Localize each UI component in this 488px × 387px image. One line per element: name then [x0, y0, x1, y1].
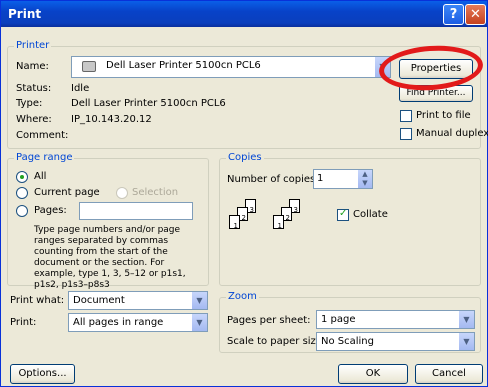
print-dialog: Print ? ✕ Printer Name: Dell Laser Print… — [0, 0, 488, 387]
name-label: Name: — [16, 61, 49, 72]
printer-icon — [82, 61, 96, 72]
number-of-copies-label: Number of copies: — [227, 174, 319, 185]
page-range-help-text: Type page numbers and/or page ranges sep… — [34, 225, 186, 290]
scale-select[interactable]: No Scaling ▼ — [316, 332, 475, 351]
current-page-label: Current page — [34, 187, 100, 198]
zoom-legend: Zoom — [226, 291, 259, 302]
help-button[interactable]: ? — [443, 4, 464, 25]
print-what-select[interactable]: Document ▼ — [68, 291, 208, 310]
collate-checkbox[interactable]: ✓ — [337, 208, 349, 221]
pages-per-sheet-value: 1 page — [321, 314, 356, 325]
comment-label: Comment: — [16, 130, 69, 141]
type-label: Type: — [16, 98, 43, 109]
print-what-value: Document — [73, 295, 125, 306]
printer-legend: Printer — [14, 40, 52, 51]
status-value: Idle — [71, 83, 90, 94]
print-to-file-label: Print to file — [416, 110, 471, 121]
print-label: Print: — [10, 317, 37, 328]
copies-legend: Copies — [226, 152, 264, 163]
window-title: Print — [8, 7, 42, 21]
selection-label: Selection — [132, 187, 179, 198]
chevron-down-icon[interactable]: ▼ — [191, 314, 207, 331]
where-value: IP_10.143.20.12 — [71, 114, 152, 125]
print-value: All pages in range — [73, 317, 164, 328]
collate-illustration-icon: 3 2 1 3 2 1 — [229, 199, 319, 239]
current-page-radio[interactable] — [16, 187, 28, 199]
print-select[interactable]: All pages in range ▼ — [68, 313, 208, 332]
checkmark-icon: ✓ — [339, 208, 348, 219]
copies-value: 1 — [317, 173, 324, 184]
title-bar[interactable]: Print ? ✕ — [1, 1, 487, 27]
cancel-button[interactable]: Cancel — [415, 364, 483, 384]
ok-button[interactable]: OK — [338, 364, 408, 384]
selection-radio — [116, 187, 128, 199]
print-to-file-checkbox[interactable] — [400, 110, 412, 122]
close-button[interactable]: ✕ — [465, 4, 486, 25]
scale-to-paper-size-label: Scale to paper size: — [227, 336, 326, 347]
pages-per-sheet-select[interactable]: 1 page ▼ — [316, 310, 475, 329]
manual-duplex-label: Manual duplex — [416, 128, 488, 139]
all-radio[interactable] — [16, 171, 28, 183]
scale-value: No Scaling — [321, 336, 374, 347]
pages-per-sheet-label: Pages per sheet: — [227, 315, 311, 326]
options-button[interactable]: Options... — [10, 364, 75, 384]
chevron-down-icon[interactable]: ▼ — [458, 333, 474, 350]
status-label: Status: — [16, 83, 52, 94]
chevron-down-icon[interactable]: ▼ — [191, 292, 207, 309]
spinner-arrows-icon[interactable]: ▲ ▼ — [358, 170, 372, 188]
printer-name-select[interactable]: Dell Laser Printer 5100cn PCL6 ▼ — [71, 56, 391, 78]
printer-name-value: Dell Laser Printer 5100cn PCL6 — [106, 60, 261, 71]
where-label: Where: — [16, 114, 52, 125]
all-label: All — [34, 171, 47, 182]
print-what-label: Print what: — [10, 295, 65, 306]
page-range-legend: Page range — [14, 152, 75, 163]
type-value: Dell Laser Printer 5100cn PCL6 — [71, 98, 226, 109]
chevron-down-icon[interactable]: ▼ — [458, 311, 474, 328]
manual-duplex-checkbox[interactable] — [400, 128, 412, 140]
pages-input[interactable] — [79, 202, 193, 220]
pages-label: Pages: — [34, 205, 67, 216]
collate-label: Collate — [353, 209, 388, 220]
copies-spinner[interactable]: 1 ▲ ▼ — [313, 169, 373, 189]
pages-radio[interactable] — [16, 205, 28, 217]
